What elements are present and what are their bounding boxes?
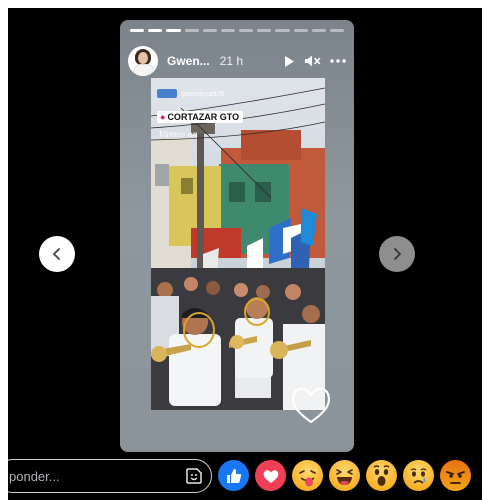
next-story-button[interactable] <box>379 236 415 272</box>
tongue-face-icon <box>299 467 318 487</box>
avatar[interactable] <box>128 46 158 76</box>
tongue-reaction-button[interactable] <box>292 460 323 491</box>
reply-placeholder: ponder... <box>9 469 60 484</box>
story-viewer: Gwen... 21 h gwendycad26 ● CORTAZAR GTO … <box>8 8 482 500</box>
author-name[interactable]: Gwen... <box>167 54 210 68</box>
street-parade-photo <box>151 78 325 410</box>
crying-face-icon <box>410 468 427 484</box>
angry-face-icon <box>446 471 465 484</box>
sad-reaction-button[interactable] <box>403 460 434 491</box>
source-handle: gwendycad26 <box>181 91 225 98</box>
surprised-face-icon <box>373 465 390 486</box>
location-sticker[interactable]: ● CORTAZAR GTO <box>157 111 244 123</box>
reaction-bar <box>218 460 471 491</box>
chevron-left-icon <box>53 248 60 260</box>
story-video[interactable]: gwendycad26 ● CORTAZAR GTO Vamos en <box>151 78 325 410</box>
mute-button[interactable] <box>304 54 321 68</box>
love-reaction-button[interactable] <box>255 460 286 491</box>
reply-input[interactable]: ponder... <box>8 459 212 493</box>
heart-outline-icon <box>291 387 331 424</box>
thumbs-up-icon <box>226 468 241 483</box>
laughing-face-icon <box>336 469 353 485</box>
previous-story-button[interactable] <box>39 236 75 272</box>
more-options-button[interactable] <box>330 58 346 64</box>
reply-bar: ponder... <box>8 457 482 500</box>
story-timestamp: 21 h <box>219 54 244 68</box>
wow-reaction-button[interactable] <box>366 460 397 491</box>
location-label: CORTAZAR GTO <box>167 112 240 122</box>
more-icon <box>330 59 346 63</box>
play-button[interactable] <box>283 55 295 68</box>
story-card[interactable]: Gwen... 21 h gwendycad26 ● CORTAZAR GTO … <box>120 20 354 452</box>
mute-icon <box>305 55 321 67</box>
story-caption: Vamos en <box>159 130 198 139</box>
like-reaction-button[interactable] <box>218 460 249 491</box>
story-header: Gwen... 21 h <box>128 45 346 77</box>
sticker-icon <box>186 468 202 484</box>
chevron-right-icon <box>394 248 401 260</box>
angry-reaction-button[interactable] <box>440 460 471 491</box>
story-progress-bar <box>130 29 345 32</box>
sticker-button[interactable] <box>185 467 203 490</box>
play-icon <box>285 55 294 67</box>
location-pin-icon: ● <box>160 112 166 122</box>
haha-reaction-button[interactable] <box>329 460 360 491</box>
heart-icon <box>263 469 278 483</box>
